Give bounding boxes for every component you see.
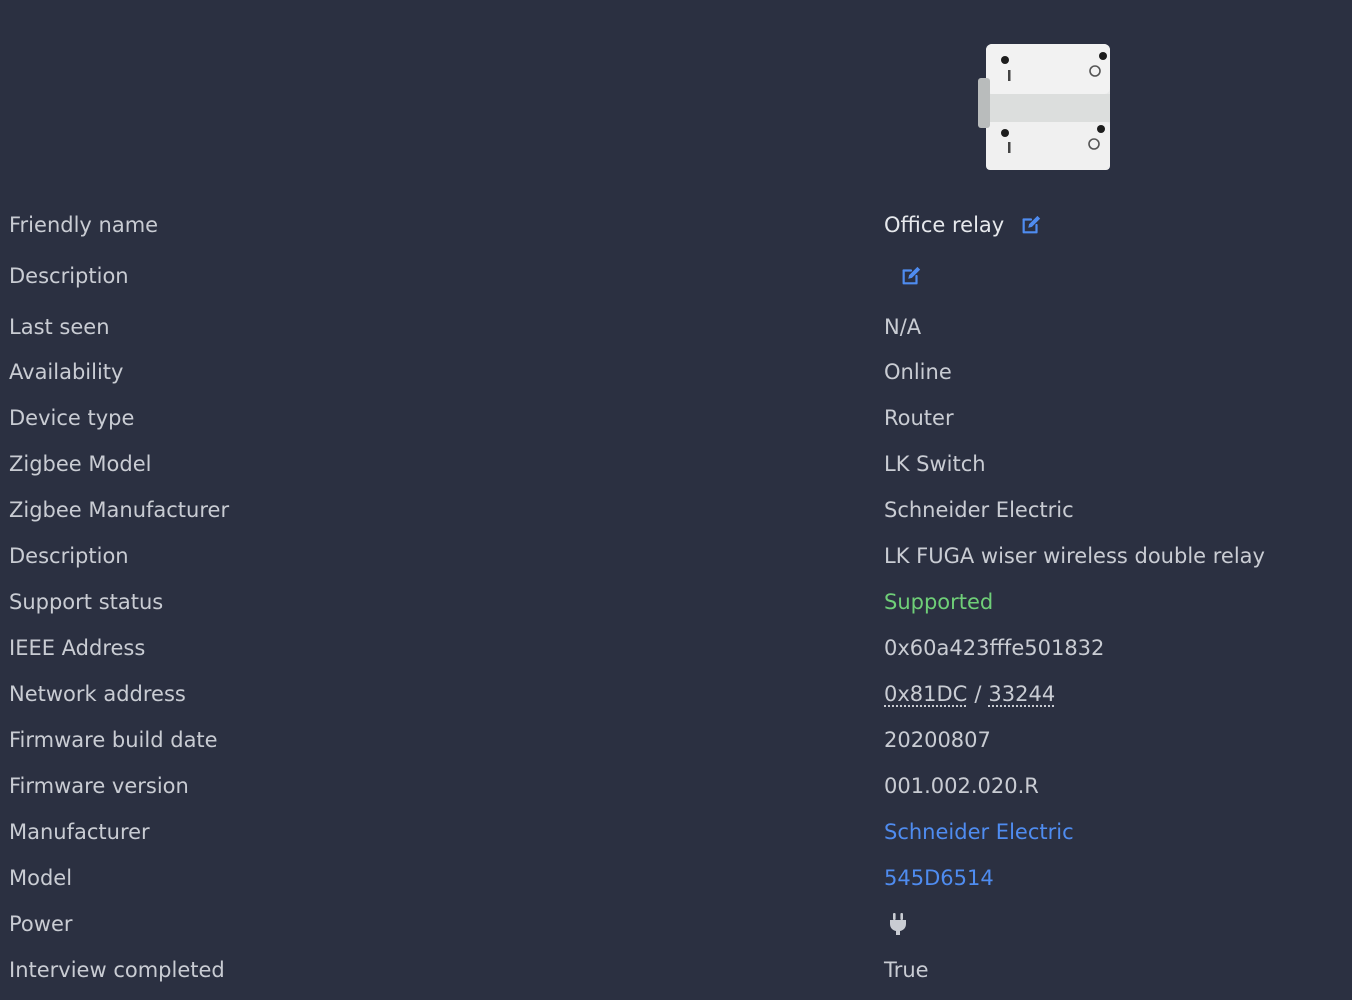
value-zigbee-model: LK Switch — [884, 452, 986, 476]
row-manufacturer: Manufacturer Schneider Electric — [0, 809, 1352, 855]
row-ieee-address: IEEE Address 0x60a423fffe501832 — [0, 625, 1352, 671]
plug-icon — [890, 913, 906, 935]
label-friendly-name: Friendly name — [9, 213, 159, 237]
label-firmware-version: Firmware version — [9, 774, 189, 798]
value-interview-completed: True — [884, 958, 929, 982]
device-info-page: Friendly name Office relay Description L… — [0, 0, 1352, 1000]
row-model: Model 545D6514 — [0, 855, 1352, 901]
value-device-type: Router — [884, 406, 954, 430]
label-model: Model — [9, 866, 73, 890]
value-friendly-name: Office relay — [884, 202, 1042, 248]
friendly-name-text: Office relay — [884, 213, 1005, 237]
value-description — [884, 253, 922, 299]
label-network-address: Network address — [9, 682, 186, 706]
network-address-separator: / — [974, 682, 982, 706]
row-zigbee-manufacturer: Zigbee Manufacturer Schneider Electric — [0, 487, 1352, 533]
value-description-model: LK FUGA wiser wireless double relay — [884, 544, 1265, 568]
value-zigbee-manufacturer: Schneider Electric — [884, 498, 1074, 522]
row-power: Power — [0, 901, 1352, 947]
value-firmware-build-date: 20200807 — [884, 728, 991, 752]
label-support-status: Support status — [9, 590, 164, 614]
label-ieee-address: IEEE Address — [9, 636, 146, 660]
row-device-type: Device type Router — [0, 395, 1352, 441]
label-device-type: Device type — [9, 406, 135, 430]
value-ieee-address: 0x60a423fffe501832 — [884, 636, 1105, 660]
row-friendly-name: Friendly name Office relay — [0, 202, 1352, 248]
label-interview-completed: Interview completed — [9, 958, 225, 982]
label-firmware-build-date: Firmware build date — [9, 728, 218, 752]
row-firmware-version: Firmware version 001.002.020.R — [0, 763, 1352, 809]
label-description-model: Description — [9, 544, 129, 568]
edit-icon[interactable] — [1020, 214, 1042, 236]
row-last-seen: Last seen N/A — [0, 304, 1352, 350]
value-firmware-version: 001.002.020.R — [884, 774, 1039, 798]
label-power: Power — [9, 912, 73, 936]
network-address-hex: 0x81DC — [884, 682, 968, 706]
row-description: Description LK FUGA wiser wireless doubl… — [0, 533, 1352, 579]
row-network-address: Network address 0x81DC / 33244 — [0, 671, 1352, 717]
row-zigbee-model: Zigbee Model LK Switch — [0, 441, 1352, 487]
row-firmware-build-date: Firmware build date 20200807 — [0, 717, 1352, 763]
manufacturer-link[interactable]: Schneider Electric — [884, 809, 1074, 855]
value-last-seen: N/A — [884, 315, 922, 339]
network-address-dec: 33244 — [988, 682, 1056, 706]
label-last-seen: Last seen — [9, 315, 110, 339]
relay-switch-image — [978, 44, 1110, 170]
model-link[interactable]: 545D6514 — [884, 855, 994, 901]
edit-description-icon[interactable] — [900, 265, 922, 287]
label-manufacturer: Manufacturer — [9, 820, 150, 844]
value-power — [884, 901, 908, 947]
row-description-editable: Description — [0, 253, 1352, 299]
value-network-address: 0x81DC / 33244 — [884, 671, 1055, 717]
label-availability: Availability — [9, 360, 124, 384]
value-availability: Online — [884, 360, 952, 384]
label-zigbee-model: Zigbee Model — [9, 452, 152, 476]
row-availability: Availability Online — [0, 349, 1352, 395]
value-support-status: Supported — [884, 590, 994, 614]
row-interview-completed: Interview completed True — [0, 947, 1352, 993]
label-description: Description — [9, 264, 129, 288]
row-support-status: Support status Supported — [0, 579, 1352, 625]
label-zigbee-manufacturer: Zigbee Manufacturer — [9, 498, 230, 522]
